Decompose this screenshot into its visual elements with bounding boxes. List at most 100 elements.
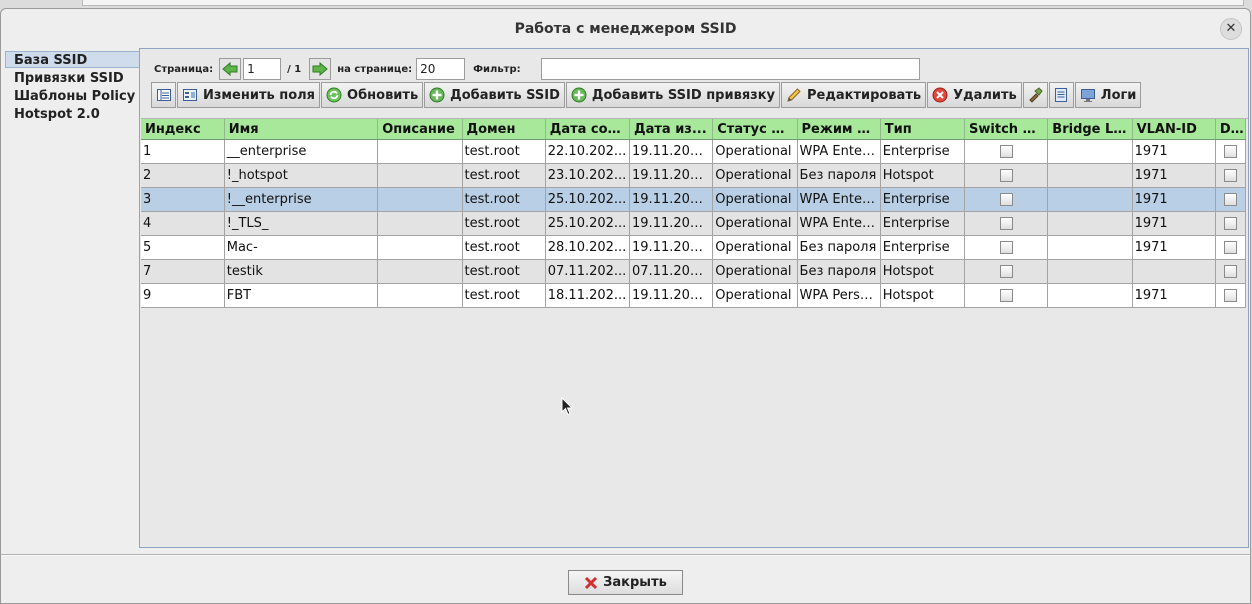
row-checkbox[interactable] xyxy=(999,145,1013,158)
delete-icon xyxy=(932,87,948,103)
prev-page-button[interactable] xyxy=(219,58,242,80)
table-view-button[interactable] xyxy=(151,82,176,108)
tab-ssid-bindings[interactable]: Привязки SSID xyxy=(5,69,141,86)
column-header[interactable]: Дата соз... xyxy=(545,119,631,140)
table-cell-status: Operational xyxy=(712,139,798,164)
table-row[interactable]: 5 Mac-test.root 28.10.202... 19.11.202... Op… xyxy=(141,235,1247,260)
page-number-input[interactable]: 1 xyxy=(243,58,282,80)
arrow-right-icon xyxy=(312,62,328,76)
tab-policy-templates[interactable]: Шаблоны Policy xyxy=(5,87,141,104)
table-cell-bridge xyxy=(1047,235,1133,260)
row-checkbox[interactable] xyxy=(999,217,1013,230)
table-cell-domain: test.root xyxy=(462,235,546,260)
table-cell-index: 7 xyxy=(141,259,225,284)
row-checkbox[interactable] xyxy=(1223,265,1237,278)
table-cell-domain: test.root xyxy=(462,163,546,188)
footer-divider xyxy=(1,554,1250,556)
add-ssid-button[interactable]: Добавить SSID xyxy=(424,82,565,108)
table-cell-status: Operational xyxy=(712,163,798,188)
table-cell-bridge xyxy=(1047,187,1133,212)
table-cell-modified: 19.11.202... xyxy=(629,211,714,236)
tab-ssid-base[interactable]: База SSID xyxy=(5,51,141,68)
row-checkbox[interactable] xyxy=(999,193,1013,206)
table-cell-vlan xyxy=(1132,259,1216,284)
table-cell-name: FBT xyxy=(224,283,379,308)
edit-button[interactable]: Редактировать xyxy=(781,82,927,108)
column-header[interactable]: Режим б... xyxy=(797,119,881,140)
logs-button[interactable]: Логи xyxy=(1074,82,1142,108)
delete-button[interactable]: Удалить xyxy=(927,82,1022,108)
table-cell-modified: 19.11.202... xyxy=(629,139,714,164)
close-icon[interactable]: ✕ xyxy=(1220,18,1242,40)
switch-checkbox-cell xyxy=(964,283,1049,308)
column-header[interactable]: Тип xyxy=(880,119,966,140)
export-button[interactable] xyxy=(1048,82,1074,108)
next-page-button[interactable] xyxy=(309,58,332,80)
row-checkbox[interactable] xyxy=(1223,193,1237,206)
row-checkbox[interactable] xyxy=(1223,217,1237,230)
table-cell-status: Operational xyxy=(712,283,798,308)
table-row[interactable]: 2 !_hotspot test.root 23.10.202... 19.11.202… xyxy=(141,163,1247,188)
table-cell-vlan: 1971 xyxy=(1132,211,1216,236)
column-header[interactable]: VLAN-ID xyxy=(1132,119,1216,140)
edit-columns-label: Изменить поля xyxy=(203,87,316,103)
table-cell-desc xyxy=(377,259,463,284)
column-header[interactable]: Индекс xyxy=(141,119,225,140)
tab-list: База SSID Привязки SSID Шаблоны Policy H… xyxy=(5,51,141,123)
row-checkbox[interactable] xyxy=(1223,169,1237,182)
table-row[interactable]: 7 testik test.root 07.11.202... 07.11.202...… xyxy=(141,259,1247,284)
table-row[interactable]: 3 !__enterprise test.root 25.10.202... 19.11… xyxy=(141,187,1247,212)
table-cell-domain: test.root xyxy=(462,259,546,284)
row-checkbox[interactable] xyxy=(999,241,1013,254)
table-row[interactable]: 9 FBT test.root 18.11.202... 19.11.202... Ope… xyxy=(141,283,1247,308)
logs-label: Логи xyxy=(1100,87,1137,103)
table-cell-vlan: 1971 xyxy=(1132,235,1216,260)
table-cell-name: !_hotspot xyxy=(224,163,379,188)
table-cell-status: Operational xyxy=(712,211,798,236)
switch-checkbox-cell xyxy=(964,235,1049,260)
row-checkbox[interactable] xyxy=(999,289,1013,302)
row-checkbox[interactable] xyxy=(1223,289,1237,302)
add-ssid-binding-button[interactable]: Добавить SSID привязку xyxy=(565,82,781,108)
column-header[interactable]: Switch C... xyxy=(964,119,1049,140)
per-page-input[interactable]: 20 xyxy=(416,58,466,80)
table-cell-vlan: 1971 xyxy=(1132,163,1216,188)
column-header[interactable]: Bridge L... xyxy=(1047,119,1133,140)
table-cell-index: 5 xyxy=(141,235,225,260)
row-checkbox[interactable] xyxy=(999,265,1013,278)
dialog-title: Работа с менеджером SSID xyxy=(514,21,737,37)
edit-columns-button[interactable]: Изменить поля xyxy=(177,82,321,108)
delete-label: Удалить xyxy=(953,87,1017,103)
table-cell-name: __enterprise xyxy=(224,139,379,164)
row-checkbox[interactable] xyxy=(1223,241,1237,254)
column-header[interactable]: Дата из... xyxy=(629,119,714,140)
column-header[interactable]: Статус S... xyxy=(712,119,798,140)
table-row[interactable]: 1 __enterprise test.root 22.10.202... 19.11.… xyxy=(141,139,1247,164)
table-cell-vlan: 1971 xyxy=(1132,283,1216,308)
table-cell-bridge xyxy=(1047,163,1133,188)
table-cell-vlan: 1971 xyxy=(1132,139,1216,164)
column-header[interactable]: D... xyxy=(1215,119,1247,140)
table-cell-created: 23.10.202... xyxy=(545,163,631,188)
table-cell-index: 9 xyxy=(141,283,225,308)
row-checkbox[interactable] xyxy=(999,169,1013,182)
filter-input[interactable] xyxy=(540,58,920,80)
d-checkbox-cell xyxy=(1215,139,1247,164)
d-checkbox-cell xyxy=(1215,211,1247,236)
table-cell-mode: Без пароля xyxy=(797,163,881,188)
column-header[interactable]: Описание xyxy=(377,119,463,140)
table-cell-bridge xyxy=(1047,139,1133,164)
refresh-button[interactable]: Обновить xyxy=(321,82,424,108)
table-row[interactable]: 4 !_TLS_ test.root 25.10.202... 19.11.202...… xyxy=(141,211,1247,236)
table-cell-desc xyxy=(377,283,463,308)
column-header[interactable]: Имя xyxy=(224,119,379,140)
column-header[interactable]: Домен xyxy=(462,119,546,140)
table-cell-desc xyxy=(377,139,463,164)
row-checkbox[interactable] xyxy=(1223,145,1237,158)
tab-hotspot[interactable]: Hotspot 2.0 xyxy=(5,105,141,122)
table-cell-created: 25.10.202... xyxy=(545,211,631,236)
d-checkbox-cell xyxy=(1215,235,1247,260)
close-button[interactable]: Закрыть xyxy=(568,570,683,595)
tools-button[interactable] xyxy=(1022,82,1048,108)
add-icon xyxy=(429,87,445,103)
